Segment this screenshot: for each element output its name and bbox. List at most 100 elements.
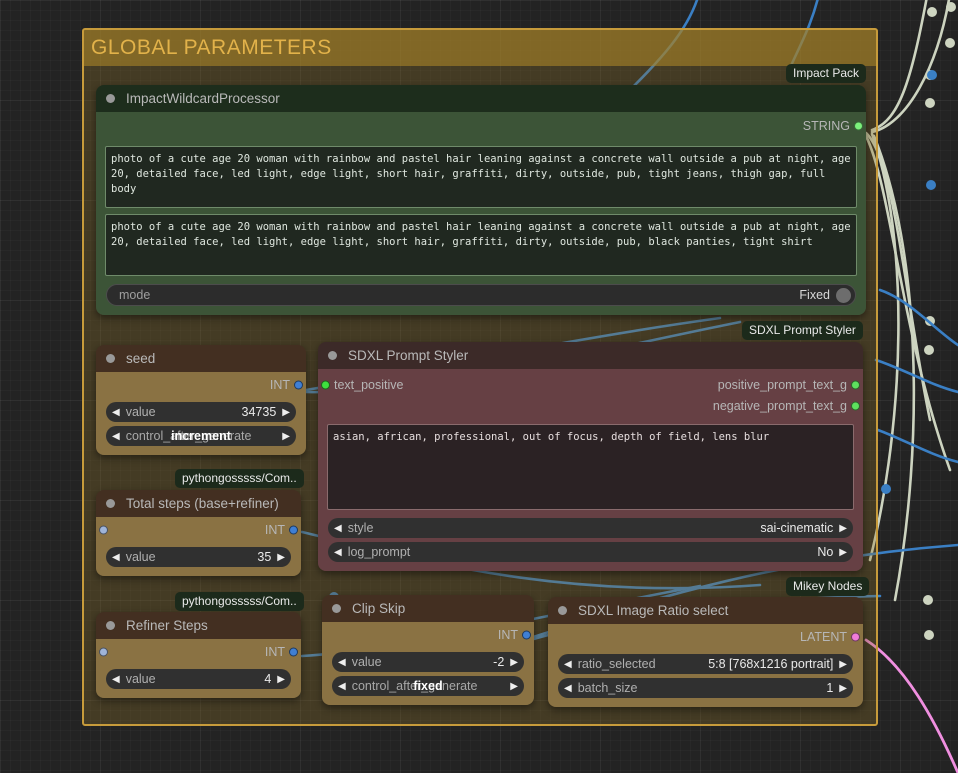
node-seed[interactable]: seed INT ◀ value 34735 ▶ ◀ control_after… xyxy=(96,345,306,455)
widget-style[interactable]: ◀ style sai-cinematic ▶ xyxy=(328,518,853,538)
node-header[interactable]: Clip Skip xyxy=(322,595,534,622)
widget-value[interactable]: ◀ value 34735 ▶ xyxy=(106,402,296,422)
node-sdxl-prompt-styler[interactable]: SDXL Prompt Styler text_positive positiv… xyxy=(318,342,863,571)
node-clip-skip[interactable]: Clip Skip INT ◀ value -2 ▶ ◀ control_aft… xyxy=(322,595,534,705)
slot-row-2: negative_prompt_text_g xyxy=(318,395,863,416)
node-title: Clip Skip xyxy=(352,601,406,616)
collapse-dot[interactable] xyxy=(106,94,115,103)
widget-batch-size[interactable]: ◀ batch_size 1 ▶ xyxy=(558,678,853,698)
output-port-dot[interactable] xyxy=(289,647,298,657)
increment-arrow-icon[interactable]: ▶ xyxy=(277,674,285,685)
increment-arrow-icon[interactable]: ▶ xyxy=(839,683,847,694)
widget-mode[interactable]: mode Fixed xyxy=(106,284,856,306)
increment-arrow-icon[interactable]: ▶ xyxy=(510,681,518,692)
widget-ratio-selected[interactable]: ◀ ratio_selected 5:8 [768x1216 portrait]… xyxy=(558,654,853,674)
output-port-dot-negative[interactable] xyxy=(851,401,860,410)
node-title: ImpactWildcardProcessor xyxy=(126,91,280,106)
output-slot-int[interactable]: INT xyxy=(322,622,534,648)
output-slot-label-negative: negative_prompt_text_g xyxy=(712,398,847,413)
widget-control-after-generate[interactable]: ◀ control_after_generate fixed ▶ xyxy=(332,676,524,696)
widget-label: style xyxy=(347,521,374,535)
node-body: INT ◀ value -2 ▶ ◀ control_after_generat… xyxy=(322,622,534,705)
input-port-dot[interactable] xyxy=(99,647,108,657)
wildcard-text-output-populated[interactable]: photo of a cute age 20 woman with rainbo… xyxy=(105,214,857,276)
input-port-dot[interactable] xyxy=(321,380,330,389)
collapse-dot[interactable] xyxy=(328,351,337,360)
increment-arrow-icon[interactable]: ▶ xyxy=(277,552,285,563)
output-port-dot-positive[interactable] xyxy=(851,380,860,389)
slot-row-1: text_positive positive_prompt_text_g xyxy=(318,374,863,395)
badge-sdxl-prompt-styler: SDXL Prompt Styler xyxy=(742,321,863,340)
node-header[interactable]: seed xyxy=(96,345,306,372)
decrement-arrow-icon[interactable]: ◀ xyxy=(564,683,572,694)
node-header[interactable]: Total steps (base+refiner) xyxy=(96,490,301,517)
decrement-arrow-icon[interactable]: ◀ xyxy=(112,407,120,418)
collapse-dot[interactable] xyxy=(106,354,115,363)
collapse-dot[interactable] xyxy=(106,499,115,508)
output-port-dot[interactable] xyxy=(522,630,531,640)
node-header[interactable]: SDXL Image Ratio select xyxy=(548,597,863,624)
increment-arrow-icon[interactable]: ▶ xyxy=(282,431,290,442)
increment-arrow-icon[interactable]: ▶ xyxy=(282,407,290,418)
decrement-arrow-icon[interactable]: ◀ xyxy=(112,552,120,563)
toggle-knob-icon[interactable] xyxy=(836,287,851,303)
increment-arrow-icon[interactable]: ▶ xyxy=(839,659,847,670)
widget-value[interactable]: ◀ value -2 ▶ xyxy=(332,652,524,672)
output-slot-int[interactable]: INT xyxy=(96,517,301,543)
widget-value-text: -2 xyxy=(493,655,505,669)
decrement-arrow-icon[interactable]: ◀ xyxy=(334,523,342,534)
output-port-dot[interactable] xyxy=(289,525,298,535)
node-title: SDXL Image Ratio select xyxy=(578,603,729,618)
decrement-arrow-icon[interactable]: ◀ xyxy=(112,674,120,685)
increment-arrow-icon[interactable]: ▶ xyxy=(839,547,847,558)
node-body: INT ◀ value 35 ▶ xyxy=(96,517,301,576)
input-port-dot[interactable] xyxy=(99,525,108,535)
output-slot-int[interactable]: INT xyxy=(96,372,306,398)
widget-value[interactable]: ◀ value 35 ▶ xyxy=(106,547,291,567)
output-slot-label: STRING xyxy=(802,119,850,133)
decrement-arrow-icon[interactable]: ◀ xyxy=(564,659,572,670)
widget-mode-value: Fixed xyxy=(799,288,830,302)
collapse-dot[interactable] xyxy=(332,604,341,613)
widget-value-text: sai-cinematic xyxy=(760,521,834,535)
output-slot-label: INT xyxy=(264,645,285,659)
output-port-dot[interactable] xyxy=(854,121,863,131)
decrement-arrow-icon[interactable]: ◀ xyxy=(338,657,346,668)
node-slots: INT xyxy=(322,622,534,648)
badge-pythongosssss-1: pythongosssss/Com.. xyxy=(175,469,304,488)
output-slot-string[interactable]: STRING xyxy=(96,112,866,140)
node-total-steps[interactable]: Total steps (base+refiner) INT ◀ value 3… xyxy=(96,490,301,576)
node-slots: INT xyxy=(96,639,301,665)
node-header[interactable]: ImpactWildcardProcessor xyxy=(96,85,866,112)
output-port-dot[interactable] xyxy=(294,380,303,390)
widget-control-after-generate[interactable]: ◀ control_after_generate increment ▶ xyxy=(106,426,296,446)
node-sdxl-image-ratio-select[interactable]: SDXL Image Ratio select LATENT ◀ ratio_s… xyxy=(548,597,863,707)
node-header[interactable]: Refiner Steps xyxy=(96,612,301,639)
node-slots: INT xyxy=(96,372,306,398)
output-slot-int[interactable]: INT xyxy=(96,639,301,665)
badge-pythongosssss-2: pythongosssss/Com.. xyxy=(175,592,304,611)
collapse-dot[interactable] xyxy=(106,621,115,630)
output-port-dot[interactable] xyxy=(851,632,860,642)
decrement-arrow-icon[interactable]: ◀ xyxy=(338,681,346,692)
comfyui-canvas[interactable]: GLOBAL PARAMETERS Impact Pack ImpactWild… xyxy=(0,0,958,773)
collapse-dot[interactable] xyxy=(558,606,567,615)
increment-arrow-icon[interactable]: ▶ xyxy=(510,657,518,668)
node-title: Refiner Steps xyxy=(126,618,208,633)
node-title: SDXL Prompt Styler xyxy=(348,348,469,363)
wildcard-text-input-1[interactable]: photo of a cute age 20 woman with rainbo… xyxy=(105,146,857,208)
decrement-arrow-icon[interactable]: ◀ xyxy=(334,547,342,558)
widget-value-text: 35 xyxy=(257,550,272,564)
node-impact-wildcard-processor[interactable]: ImpactWildcardProcessor STRING photo of … xyxy=(96,85,866,315)
input-slot-label: text_positive xyxy=(334,377,404,392)
widget-log-prompt[interactable]: ◀ log_prompt No ▶ xyxy=(328,542,853,562)
node-refiner-steps[interactable]: Refiner Steps INT ◀ value 4 ▶ xyxy=(96,612,301,698)
output-slot-latent[interactable]: LATENT xyxy=(548,624,863,650)
widget-label: control_after_generate xyxy=(351,679,478,693)
styler-text-negative-input[interactable]: asian, african, professional, out of foc… xyxy=(327,424,854,510)
node-header[interactable]: SDXL Prompt Styler xyxy=(318,342,863,369)
badge-mikey-nodes: Mikey Nodes xyxy=(786,577,870,596)
increment-arrow-icon[interactable]: ▶ xyxy=(839,523,847,534)
widget-value[interactable]: ◀ value 4 ▶ xyxy=(106,669,291,689)
decrement-arrow-icon[interactable]: ◀ xyxy=(112,431,120,442)
